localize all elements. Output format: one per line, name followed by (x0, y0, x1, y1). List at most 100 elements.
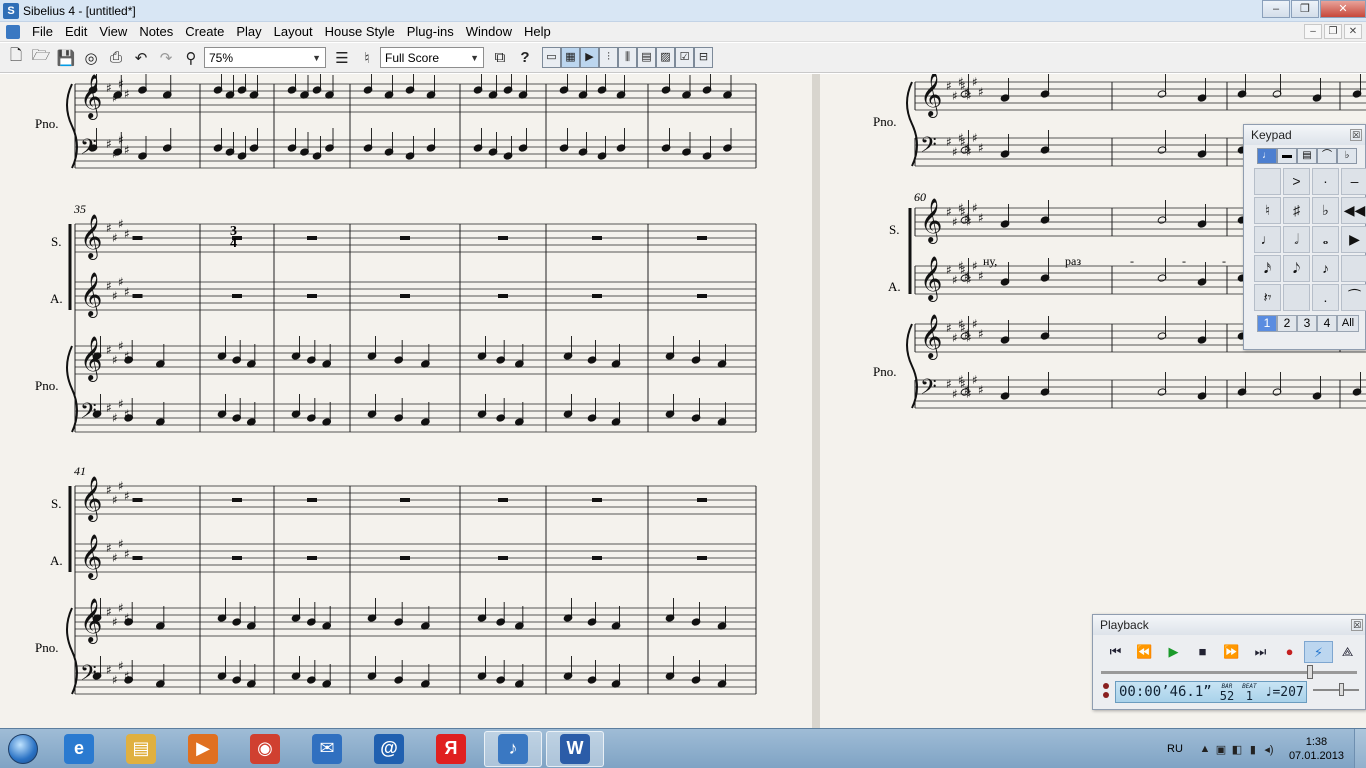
keypad-key-half-note[interactable]: 𝅗𝅥 (1283, 226, 1310, 253)
fast-forward-icon[interactable]: ⏩ (1217, 641, 1246, 663)
save-icon[interactable]: 💾 (54, 46, 78, 70)
keypad-key-tie[interactable]: ⁀ (1341, 284, 1366, 311)
taskbar-mail-ru-agent[interactable]: @ (360, 731, 418, 767)
voice-4-button[interactable]: 4 (1317, 315, 1337, 332)
keypad-tab-more-notes[interactable]: ▬ (1277, 148, 1297, 164)
keypad-key-rewind-icon[interactable]: ◀◀ (1341, 197, 1366, 224)
document-icon[interactable] (6, 24, 20, 39)
keypad-key-sharp[interactable]: ♯ (1283, 197, 1310, 224)
keypad-tab-articulations[interactable]: ⌒ (1317, 148, 1337, 164)
menu-edit[interactable]: Edit (59, 24, 93, 39)
keypad-key-quarter-note[interactable]: ♩ (1254, 226, 1281, 253)
voice-all-button[interactable]: All (1337, 315, 1359, 332)
network-icon[interactable]: ▣ (1213, 743, 1229, 756)
taskbar-file-explorer[interactable]: ▤ (112, 731, 170, 767)
taskbar-yandex[interactable]: Я (422, 731, 480, 767)
voice-3-button[interactable]: 3 (1297, 315, 1317, 332)
ideas-toggle-icon[interactable]: ▤ (637, 47, 656, 68)
keypad-key-sixteenth-note[interactable]: 𝅘𝅥𝅯 (1254, 255, 1281, 282)
list-icon[interactable]: ☰ (330, 46, 354, 70)
close-button[interactable]: ✕ (1320, 0, 1366, 18)
mixer-toggle-icon[interactable]: ⫶ (599, 47, 618, 68)
keypad-key-rest[interactable]: 𝄽𝄾 (1254, 284, 1281, 311)
minimize-button[interactable]: ‒ (1262, 0, 1290, 18)
menu-view[interactable]: View (93, 24, 133, 39)
go-to-end-icon[interactable]: ⏭ (1246, 641, 1275, 663)
keypad-close-icon[interactable]: ☒ (1350, 129, 1362, 141)
keypad-key-play-icon[interactable]: ▶ (1341, 226, 1366, 253)
menu-layout[interactable]: Layout (268, 24, 319, 39)
playback-toggle-icon[interactable]: ▶ (580, 47, 599, 68)
tray-app-icon[interactable]: ◧ (1229, 743, 1245, 756)
volume-icon[interactable]: ◂) (1261, 743, 1277, 756)
clock[interactable]: 1:38 07.01.2013 (1289, 735, 1344, 763)
taskbar-chrome[interactable]: ◉ (236, 731, 294, 767)
doc-minimize-button[interactable]: ‒ (1304, 24, 1322, 39)
menu-play[interactable]: Play (230, 24, 267, 39)
playback-title-bar[interactable]: Playback ☒ (1093, 615, 1365, 635)
zoom-select[interactable]: 75% ▼ (204, 47, 326, 68)
taskbar-internet-explorer[interactable]: e (50, 731, 108, 767)
keypad-key-blank[interactable] (1283, 284, 1310, 311)
print-icon[interactable]: ⎙ (104, 46, 128, 70)
language-indicator[interactable]: RU (1167, 743, 1183, 755)
keypad-key-accent[interactable]: > (1283, 168, 1310, 195)
check-toggle-icon[interactable]: ☑ (675, 47, 694, 68)
keypad-key-tenuto[interactable]: – (1341, 168, 1366, 195)
playback-position-slider[interactable] (1101, 665, 1357, 679)
voice-2-button[interactable]: 2 (1277, 315, 1297, 332)
keypad-key-blank[interactable] (1341, 255, 1366, 282)
new-file-icon[interactable]: 🗋 (4, 46, 28, 70)
keypad-key-natural[interactable]: ♮ (1254, 197, 1281, 224)
start-button[interactable] (0, 730, 46, 768)
parts-icon[interactable]: ⧉ (488, 46, 512, 70)
voice-1-button[interactable]: 1 (1257, 315, 1277, 332)
menu-file[interactable]: File (26, 24, 59, 39)
playback-close-icon[interactable]: ☒ (1351, 619, 1363, 631)
keypad-tab-beams-tremolos[interactable]: ▤ (1297, 148, 1317, 164)
properties-toggle-icon[interactable]: ⫼ (618, 47, 637, 68)
keypad-title-bar[interactable]: Keypad ☒ (1244, 125, 1365, 145)
keypad-key-flat[interactable]: ♭ (1312, 197, 1339, 224)
playback-position-thumb[interactable] (1307, 665, 1313, 679)
keypad-key-whole-note[interactable]: 𝅝 (1312, 226, 1339, 253)
taskbar-word[interactable]: W (546, 730, 604, 767)
worksheet-toggle-icon[interactable]: ⊟ (694, 47, 713, 68)
tray-expand-icon[interactable]: ▲ (1197, 743, 1213, 756)
transpose-icon[interactable]: ♮ (355, 46, 379, 70)
taskbar-media-player[interactable]: ▶ (174, 731, 232, 767)
menu-notes[interactable]: Notes (133, 24, 179, 39)
taskbar-sibelius[interactable]: ♪ (484, 730, 542, 767)
keypad-toggle-icon[interactable]: ▦ (561, 47, 580, 68)
tempo-slider[interactable] (1313, 683, 1359, 696)
maximize-button[interactable]: ❐ (1291, 0, 1319, 18)
record-icon[interactable]: ● (1275, 641, 1304, 663)
navigator-toggle-icon[interactable]: ▭ (542, 47, 561, 68)
open-file-icon[interactable]: 🗁 (29, 46, 53, 70)
keypad-key-dot[interactable]: . (1312, 284, 1339, 311)
keypad-key-staccato[interactable]: · (1312, 168, 1339, 195)
keypad-tab-accidentals[interactable]: ♭ (1337, 148, 1357, 164)
keypad-key-eighth-note[interactable]: 𝅘𝅥𝅮 (1283, 255, 1310, 282)
doc-restore-button[interactable]: ❐ (1324, 24, 1342, 39)
score-view-select[interactable]: Full Score ▼ (380, 47, 484, 68)
rewind-icon[interactable]: ⏪ (1130, 641, 1159, 663)
stop-icon[interactable]: ■ (1188, 641, 1217, 663)
go-to-start-icon[interactable]: ⏮ (1101, 641, 1130, 663)
doc-close-button[interactable]: ✕ (1344, 24, 1362, 39)
play-icon[interactable]: ▶ (1159, 641, 1188, 663)
cd-icon[interactable]: ◎ (79, 46, 103, 70)
score-page-left[interactable]: 𝄞𝄢♯♯♯♯♯♯♯♯𝄞♯♯♯♯𝄞♯♯♯♯𝄞♯♯♯♯𝄢♯♯♯♯𝄞♯♯♯♯𝄞♯♯♯♯… (0, 74, 812, 728)
undo-icon[interactable]: ↶ (129, 46, 153, 70)
menu-help[interactable]: Help (518, 24, 557, 39)
tempo-slider-thumb[interactable] (1339, 683, 1344, 696)
keypad-tab-common-notes[interactable]: ♩ (1257, 148, 1277, 164)
live-playback-icon[interactable]: ⚡ (1304, 641, 1333, 663)
menu-window[interactable]: Window (460, 24, 518, 39)
keypad-key-blank[interactable] (1254, 168, 1281, 195)
redo-icon[interactable]: ↷ (154, 46, 178, 70)
keypad-key-eighth-note-flag[interactable]: ♪ (1312, 255, 1339, 282)
video-toggle-icon[interactable]: ▨ (656, 47, 675, 68)
help-icon[interactable]: ? (513, 46, 537, 70)
taskbar-mail[interactable]: ✉ (298, 731, 356, 767)
